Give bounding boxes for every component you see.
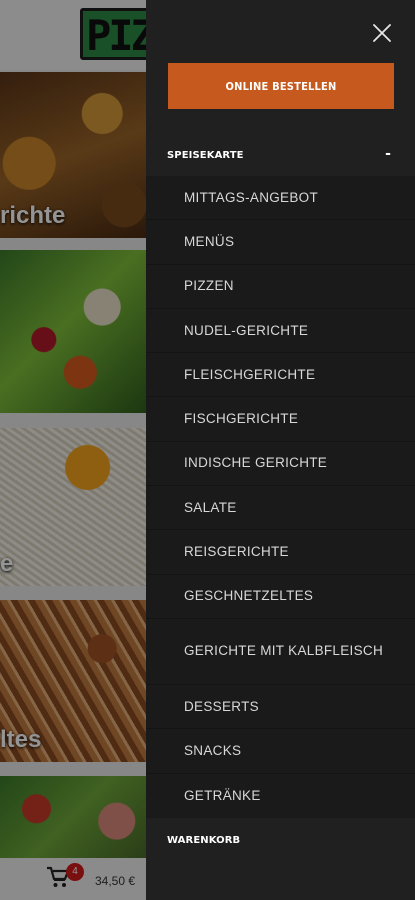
menu-item-fischgerichte[interactable]: FISCHGERICHTE <box>146 397 415 442</box>
drawer-backdrop[interactable] <box>0 0 146 900</box>
menu-item-mittags-angebot[interactable]: MITTAGS-ANGEBOT <box>146 176 415 221</box>
menu-item-indische-gerichte[interactable]: INDISCHE GERICHTE <box>146 442 415 487</box>
menu-item-geschnetzeltes[interactable]: GESCHNETZELTES <box>146 575 415 619</box>
menu-item-reisgerichte[interactable]: REISGERICHTE <box>146 530 415 575</box>
menu-item-nudel-gerichte[interactable]: NUDEL-GERICHTE <box>146 309 415 354</box>
menu-item-getraenke[interactable]: GETRÄNKE <box>146 774 415 818</box>
menu-item-desserts[interactable]: DESSERTS <box>146 685 415 730</box>
close-icon[interactable] <box>371 22 393 44</box>
online-order-button[interactable]: ONLINE BESTELLEN <box>168 63 394 109</box>
menu-item-fleischgerichte[interactable]: FLEISCHGERICHTE <box>146 353 415 398</box>
menu-item-gerichte-mit-kalbfleisch[interactable]: GERICHTE MIT KALBFLEISCH <box>146 619 415 685</box>
background-page: PIZ richte e ltes 4 34,50 € <box>0 0 146 900</box>
section-warenkorb[interactable]: WARENKORB <box>146 818 415 862</box>
menu-item-pizzen[interactable]: PIZZEN <box>146 265 415 309</box>
menu-item-menus[interactable]: MENÜS <box>146 220 415 265</box>
menu-item-snacks[interactable]: SNACKS <box>146 729 415 774</box>
menu-item-salate[interactable]: SALATE <box>146 486 415 531</box>
collapse-icon[interactable]: - <box>385 146 391 162</box>
section-speisekarte[interactable]: SPEISEKARTE - <box>146 134 415 176</box>
section-speisekarte-label: SPEISEKARTE <box>167 149 244 161</box>
speisekarte-submenu: MITTAGS-ANGEBOT MENÜS PIZZEN NUDEL-GERIC… <box>146 176 415 818</box>
navigation-drawer: ONLINE BESTELLEN SPEISEKARTE - MITTAGS-A… <box>146 0 415 900</box>
section-warenkorb-label: WARENKORB <box>167 834 241 846</box>
